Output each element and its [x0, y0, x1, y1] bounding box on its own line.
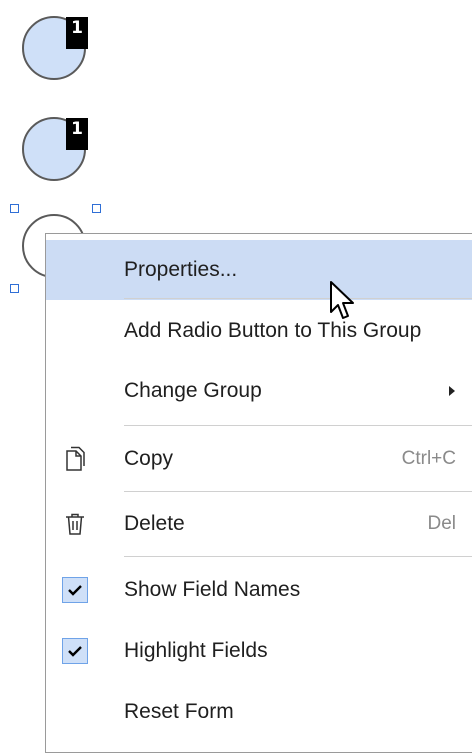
menu-item-label: Copy [124, 447, 174, 470]
check-icon [62, 638, 88, 664]
shortcut-label: Ctrl+C [401, 448, 456, 469]
menu-item-label: Show Field Names [124, 578, 301, 601]
check-icon [62, 577, 88, 603]
menu-item-label: Highlight Fields [124, 639, 268, 662]
menu-item-label: Delete [124, 512, 185, 535]
selection-handle-bottom-left[interactable] [10, 284, 19, 293]
menu-item-highlight-fields[interactable]: Highlight Fields [46, 621, 472, 681]
selection-handle-top-left[interactable] [10, 204, 19, 213]
menu-item-label: Reset Form [124, 700, 234, 723]
menu-item-reset-form[interactable]: Reset Form [46, 682, 472, 742]
menu-item-label: Properties... [124, 258, 238, 281]
menu-item-show-field-names[interactable]: Show Field Names [46, 560, 472, 620]
field-number-badge-1: 1 [66, 17, 88, 49]
menu-item-change-group[interactable]: Change Group [46, 361, 472, 421]
shortcut-label: Del [427, 513, 456, 534]
menu-item-delete[interactable]: Delete Del [46, 494, 472, 554]
field-number-badge-2: 1 [66, 118, 88, 150]
menu-separator [124, 491, 472, 492]
menu-item-label: Change Group [124, 379, 262, 402]
selection-handle-top-right[interactable] [92, 204, 101, 213]
menu-separator [124, 298, 472, 299]
mouse-pointer-icon [330, 281, 354, 319]
trash-icon [62, 511, 88, 537]
menu-separator [124, 425, 472, 426]
menu-item-label: Add Radio Button to This Group [124, 319, 422, 342]
menu-item-add-radio-button[interactable]: Add Radio Button to This Group [46, 301, 472, 361]
chevron-right-icon [449, 386, 455, 396]
copy-icon [62, 446, 88, 472]
menu-item-copy[interactable]: Copy Ctrl+C [46, 429, 472, 489]
menu-item-properties[interactable]: Properties... [46, 240, 472, 300]
menu-separator [124, 556, 472, 557]
context-menu: Properties... Add Radio Button to This G… [45, 233, 472, 753]
